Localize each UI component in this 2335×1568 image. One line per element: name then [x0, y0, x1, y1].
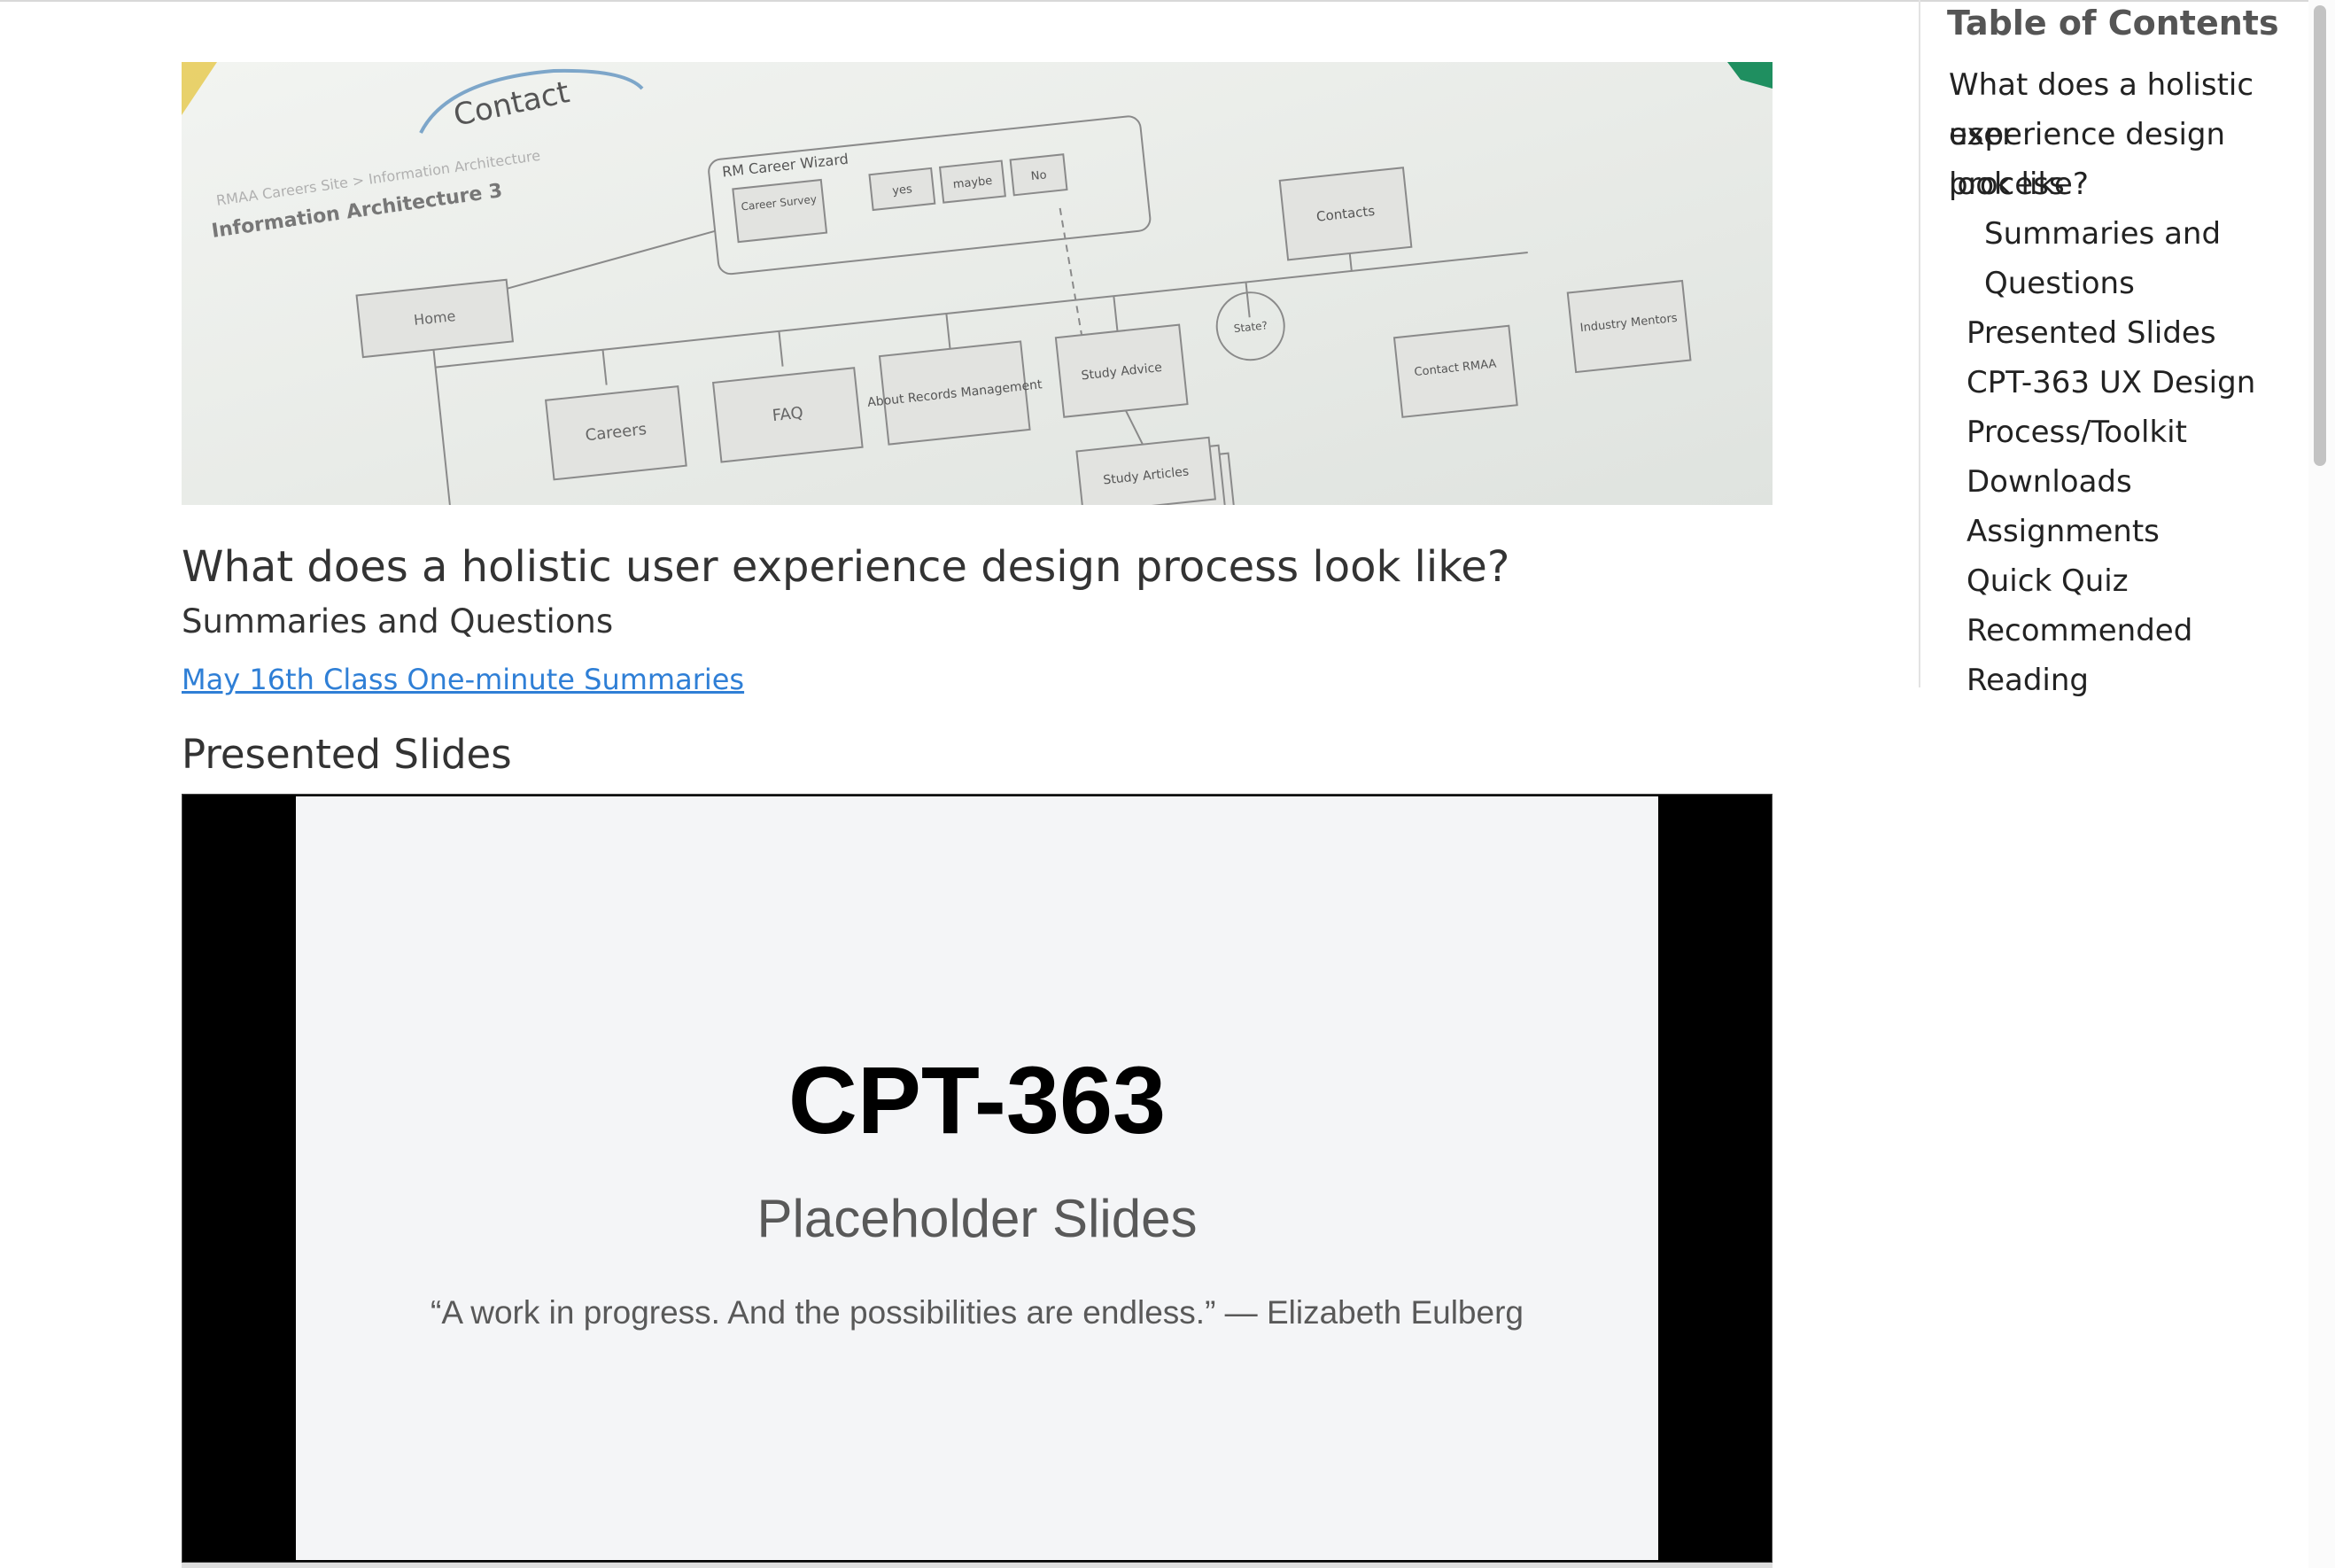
slide-subtitle: Placeholder Slides	[756, 1189, 1198, 1248]
toc-item-holistic-line3[interactable]: look like?	[1949, 159, 2089, 209]
toc-item-presented-slides[interactable]: Presented Slides	[1967, 308, 2216, 358]
slide-title: CPT-363	[787, 1046, 1167, 1153]
toc-item-summaries-line2[interactable]: Questions	[1984, 259, 2135, 308]
node-no: No	[1030, 168, 1047, 183]
page-scrollbar-thumb[interactable]	[2314, 5, 2326, 466]
class-summaries-link[interactable]: May 16th Class One-minute Summaries	[182, 663, 744, 696]
toc-item-recommended-reading[interactable]: Recommended Reading	[1967, 606, 2310, 705]
page-title: What does a holistic user experience des…	[182, 542, 1510, 592]
toc-item-cpt-line2[interactable]: Process/Toolkit	[1967, 408, 2187, 457]
slide-canvas: CPT-363 Placeholder Slides “A work in pr…	[296, 796, 1658, 1560]
slides-embed-bottom-edge	[182, 1563, 1773, 1568]
presented-slides-heading: Presented Slides	[182, 731, 512, 778]
toc-item-quick-quiz[interactable]: Quick Quiz	[1967, 556, 2129, 606]
node-yes: yes	[892, 182, 913, 198]
toc-item-downloads[interactable]: Downloads	[1967, 457, 2132, 507]
slide-quote: “A work in progress. And the possibiliti…	[431, 1294, 1524, 1331]
slides-embed[interactable]: CPT-363 Placeholder Slides “A work in pr…	[182, 794, 1773, 1563]
toc-item-assignments[interactable]: Assignments	[1967, 507, 2160, 556]
summaries-heading: Summaries and Questions	[182, 602, 614, 640]
table-of-contents: Table of Contents What does a holistic u…	[1919, 0, 2310, 698]
node-faq: FAQ	[772, 404, 804, 426]
toc-heading: Table of Contents	[1947, 4, 2279, 43]
toc-item-summaries-line1[interactable]: Summaries and	[1984, 209, 2221, 259]
hero-diagram-image: Contact RMAA Careers Site > Information …	[182, 62, 1773, 505]
toc-item-cpt-line1[interactable]: CPT-363 UX Design	[1967, 358, 2255, 408]
